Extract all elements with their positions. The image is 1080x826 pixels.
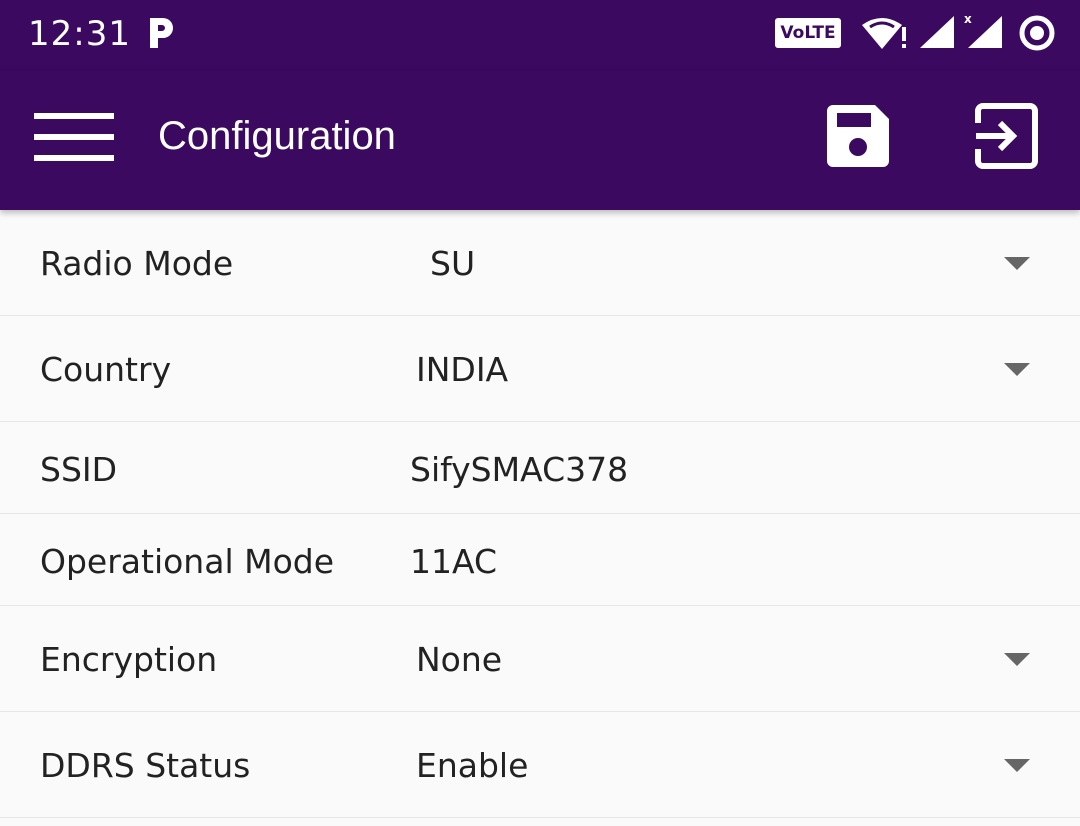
record-icon <box>1019 15 1055 51</box>
setting-row-ssid: SSID SifySMAC378 <box>0 422 1080 514</box>
setting-value[interactable]: SU <box>430 244 475 283</box>
p-icon <box>150 18 173 48</box>
setting-label: DDRS Status <box>40 746 251 785</box>
setting-row-radio-mode[interactable]: Radio Mode SU <box>0 210 1080 316</box>
signal-icon: x <box>964 12 1002 48</box>
setting-label: Radio Mode <box>40 244 234 283</box>
setting-value[interactable]: None <box>416 640 502 679</box>
setting-label: Operational Mode <box>40 542 335 581</box>
setting-row-ddrs-status[interactable]: DDRS Status Enable <box>0 712 1080 818</box>
settings-list: Radio Mode SU Country INDIA SSID SifySMA… <box>0 210 1080 818</box>
setting-value: SifySMAC378 <box>410 450 629 489</box>
svg-text:x: x <box>964 12 972 26</box>
volte-badge: VoLTE <box>775 18 841 48</box>
signal-icon <box>920 16 954 48</box>
setting-label: Country <box>40 350 172 389</box>
wifi-icon <box>862 18 906 49</box>
setting-value[interactable]: INDIA <box>416 350 508 389</box>
setting-row-country[interactable]: Country INDIA <box>0 316 1080 422</box>
page-title: Configuration <box>158 114 396 158</box>
setting-value[interactable]: Enable <box>416 746 528 785</box>
dropdown-arrow-icon[interactable] <box>1004 257 1030 270</box>
dropdown-arrow-icon[interactable] <box>1004 759 1030 772</box>
setting-row-operational-mode: Operational Mode 11AC <box>0 514 1080 606</box>
status-bar: 12:31 VoLTE x <box>0 0 1080 70</box>
setting-label: Encryption <box>40 640 218 679</box>
hamburger-menu-icon[interactable] <box>34 113 114 161</box>
app-bar: Configuration <box>0 70 1080 210</box>
save-icon[interactable] <box>825 103 891 169</box>
setting-value: 11AC <box>410 542 498 581</box>
status-time: 12:31 <box>28 14 131 54</box>
dropdown-arrow-icon[interactable] <box>1004 363 1030 376</box>
setting-label: SSID <box>40 450 118 489</box>
dropdown-arrow-icon[interactable] <box>1004 653 1030 666</box>
setting-row-encryption[interactable]: Encryption None <box>0 606 1080 712</box>
logout-icon[interactable] <box>972 103 1040 169</box>
